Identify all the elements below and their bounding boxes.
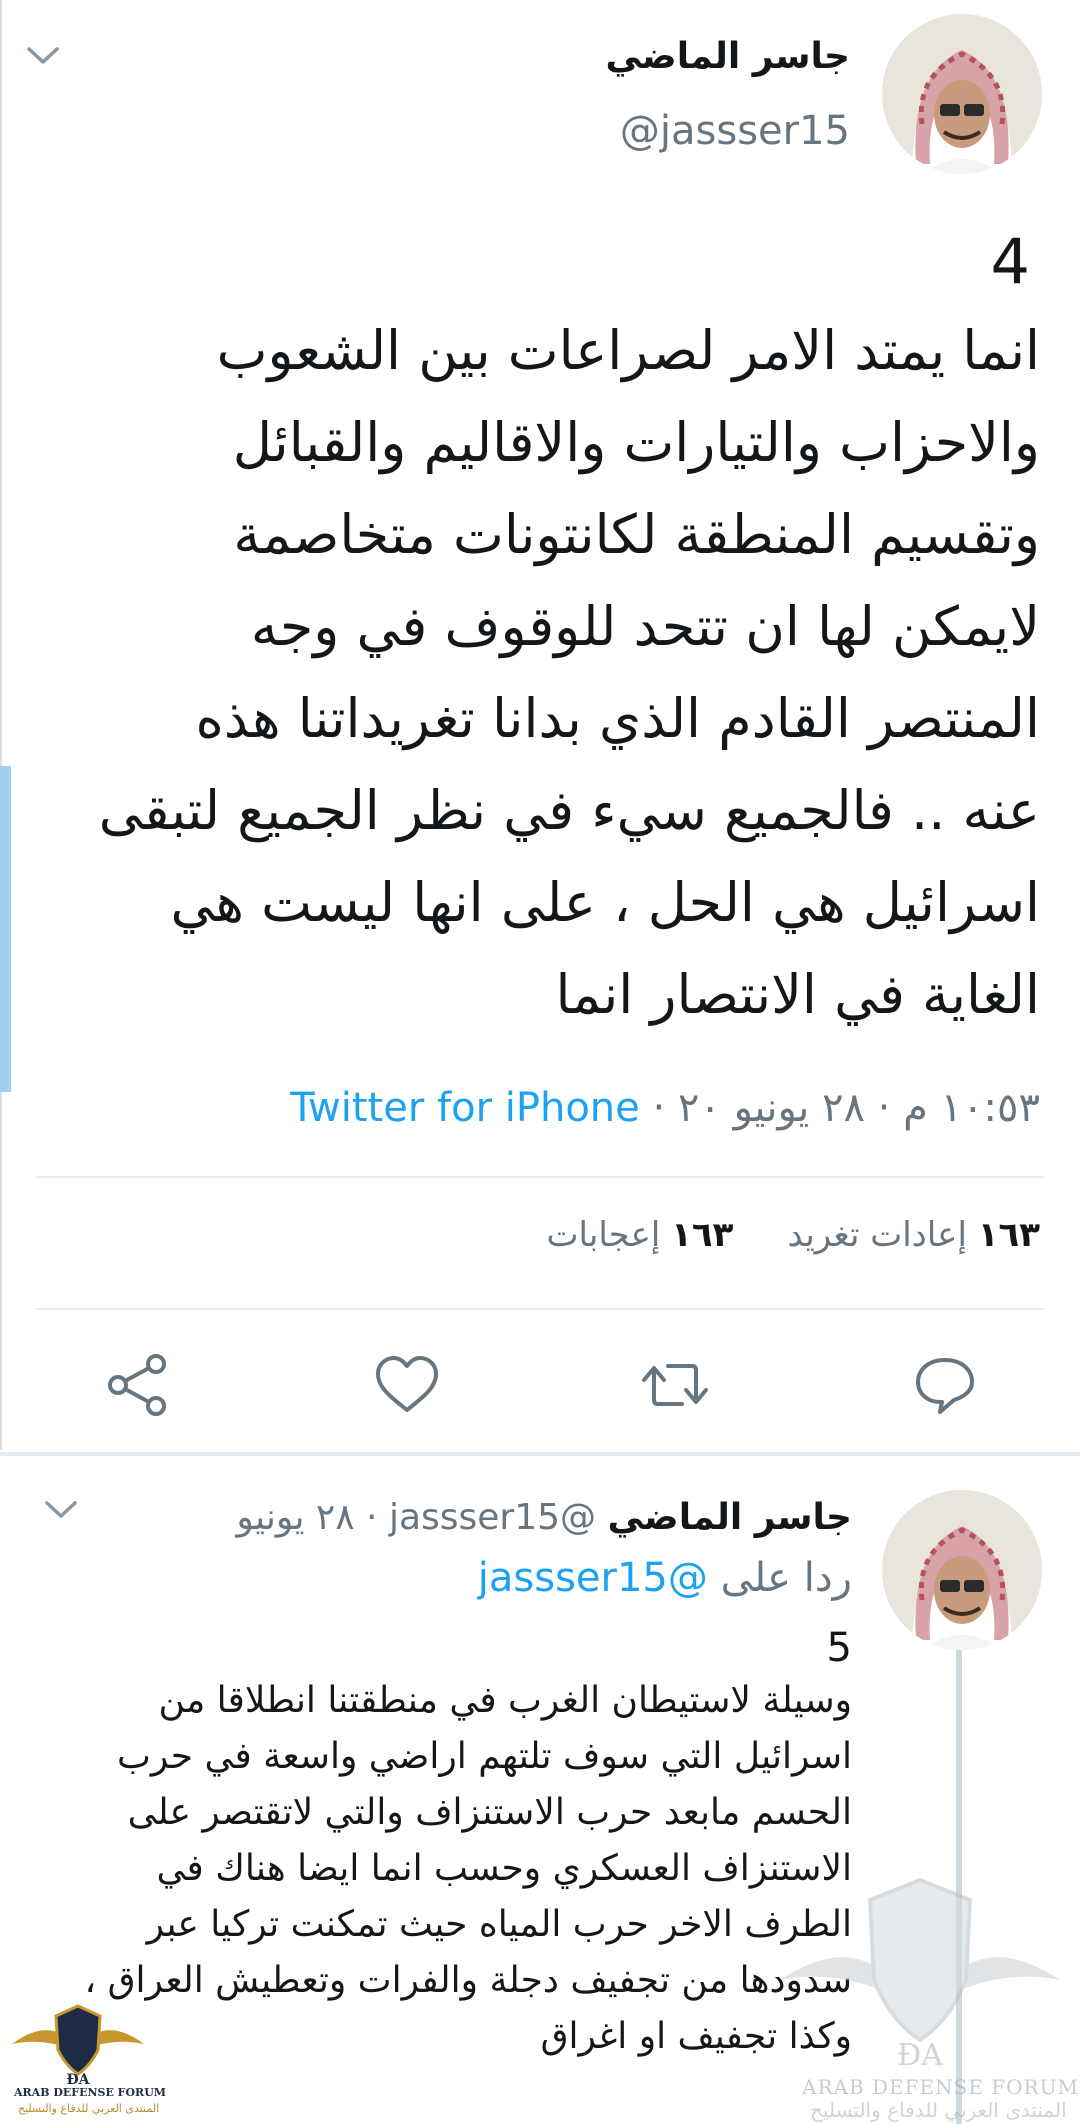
author-name[interactable]: جاسر الماضي <box>605 36 850 77</box>
watermark-arabic: المنتدى العربي للدفاع والتسليح <box>810 2098 1067 2122</box>
retweets-count: ١٦٣ <box>977 1215 1040 1255</box>
reply-mention-link[interactable]: @jassser15 <box>478 1555 708 1601</box>
left-edge-line <box>0 0 2 1450</box>
likes-stat[interactable]: ١٦٣ إعجابات <box>546 1215 733 1255</box>
meta-separator: · <box>864 1085 891 1131</box>
tweet-line: عنه .. فالجميع سيء في نظر الجميع لتبقى <box>98 779 1040 842</box>
tweet-line: انما يمتد الامر لصراعات بين الشعوب <box>216 319 1040 382</box>
avatar[interactable] <box>882 14 1042 174</box>
section-divider <box>0 1452 1080 1456</box>
retweets-stat[interactable]: ١٦٣ إعادات تغريد <box>787 1215 1040 1255</box>
tweet-line: المنتصر القادم الذي بدانا تغريداتنا هذه <box>195 687 1041 750</box>
tweet-line: والاحزاب والتيارات والاقاليم والقبائل <box>232 411 1040 474</box>
reply-author-handle[interactable]: @jassser15 <box>389 1497 596 1538</box>
like-icon[interactable] <box>372 1352 442 1418</box>
tweet-line: الغاية في الانتصار انما <box>555 963 1040 1026</box>
reply-line: وسيلة لاستيطان الغرب في منطقتنا انطلاقا … <box>158 1680 852 1721</box>
meta-separator: · <box>354 1497 378 1538</box>
likes-label: إعجابات <box>546 1215 661 1255</box>
author-handle[interactable]: @jassser15 <box>620 108 850 154</box>
tweet-time: ١٠:٥٣ م <box>903 1085 1040 1131</box>
retweets-label: إعادات تغريد <box>787 1215 967 1255</box>
selection-accent-bar <box>0 766 11 1092</box>
replying-to: ردا على @jassser15 <box>478 1555 852 1601</box>
divider <box>36 1308 1044 1310</box>
tweet-meta: ١٠:٥٣ م · ٢٨ يونيو ٢٠ · Twitter for iPho… <box>290 1085 1040 1131</box>
retweet-icon[interactable] <box>640 1352 710 1418</box>
tweet-number: 4 <box>990 225 1030 298</box>
reply-line: اسرائيل التي سوف تلتهم اراضي واسعة في حر… <box>117 1736 852 1777</box>
tweet-line: اسرائيل هي الحل ، على انها ليست هي <box>170 871 1040 934</box>
tweet-line: وتقسيم المنطقة لكانتونات متخاصمة <box>233 503 1040 566</box>
reply-author-name[interactable]: جاسر الماضي <box>607 1497 852 1538</box>
tweet-stats: ١٦٣ إعادات تغريد ١٦٣ إعجابات <box>546 1215 1040 1255</box>
tweet-line: لايمكن لها ان تتحد للوقوف في وجه <box>250 595 1040 658</box>
divider <box>36 1176 1044 1178</box>
shield-wings-icon: ĐA <box>780 1877 1060 2073</box>
reply-number: 5 <box>826 1625 852 1671</box>
watermark-mark: ĐA <box>897 2038 943 2073</box>
reply-date: ٢٨ يونيو <box>236 1497 355 1538</box>
logo-mark: ĐA <box>66 2072 90 2086</box>
forum-watermark: ĐA ARAB DEFENSE FORUM المنتدى العربي للد… <box>770 1860 1078 2122</box>
tweet-text: انما يمتد الامر لصراعات بين الشعوب والاح… <box>40 305 1040 1041</box>
chevron-down-icon[interactable] <box>26 34 60 72</box>
reply-header: جاسر الماضي @jassser15 · ٢٨ يونيو <box>236 1497 852 1538</box>
share-icon[interactable] <box>104 1352 174 1418</box>
reply-icon[interactable] <box>910 1352 980 1418</box>
meta-separator: · <box>639 1085 666 1131</box>
watermark-name: ARAB DEFENSE FORUM <box>802 2075 1079 2099</box>
reply-to-label: ردا على <box>720 1555 852 1601</box>
forum-logo-icon: ĐA <box>12 2004 144 2088</box>
tweet-source-link[interactable]: Twitter for iPhone <box>290 1085 640 1131</box>
tweet-date: ٢٨ يونيو ٢٠ <box>677 1085 865 1131</box>
reply-line: الاستنزاف العسكري وحسب انما ايضا هناك في <box>156 1848 852 1889</box>
forum-logo: ĐA ARAB DEFENSE FORUM المنتدى العربي للد… <box>8 2000 166 2124</box>
reply-chevron-down-icon[interactable] <box>44 1500 78 1524</box>
reply-avatar[interactable] <box>882 1490 1042 1650</box>
logo-arabic: المنتدى العربي للدفاع والتسليح <box>18 2102 160 2115</box>
likes-count: ١٦٣ <box>671 1215 734 1255</box>
reply-line: الطرف الاخر حرب المياه حيث تمكنت تركيا ع… <box>146 1904 852 1945</box>
logo-name: ARAB DEFENSE FORUM <box>14 2086 166 2099</box>
reply-line: الحسم مابعد حرب الاستنزاف والتي لاتقتصر … <box>127 1792 852 1833</box>
